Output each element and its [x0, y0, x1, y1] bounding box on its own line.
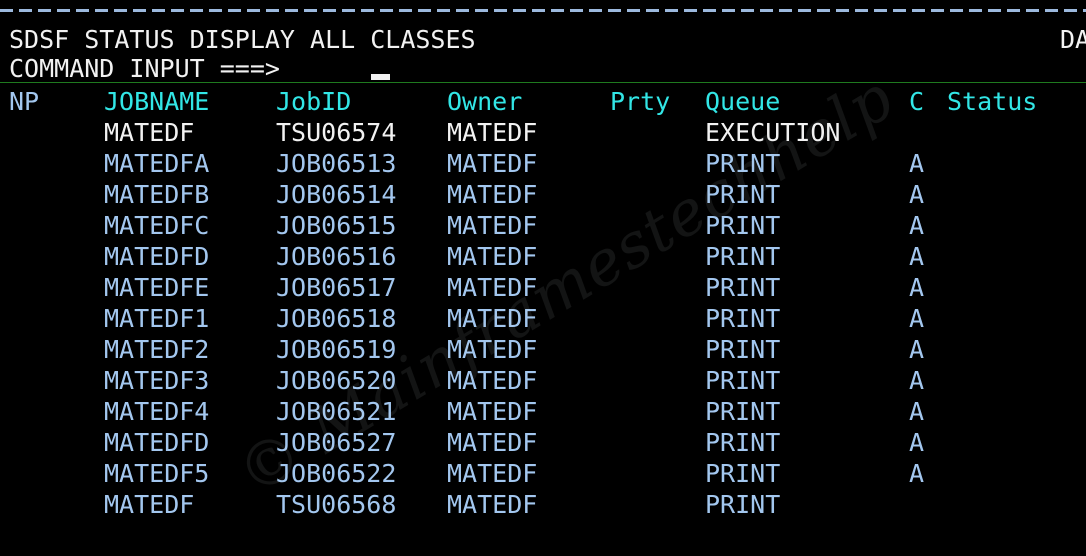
cell-jobid: JOB06517	[276, 273, 397, 302]
cell-jobname: MATEDFE	[104, 273, 210, 302]
cell-jobname: MATEDFB	[104, 180, 210, 209]
cell-queue: PRINT	[705, 428, 781, 457]
cell-queue: PRINT	[705, 149, 781, 178]
cell-owner: MATEDF	[447, 242, 538, 271]
np-action-field[interactable]	[9, 427, 47, 458]
cell-jobname: MATEDF5	[104, 459, 210, 488]
cell-jobid: TSU06574	[276, 118, 397, 147]
cell-queue: PRINT	[705, 180, 781, 209]
np-action-field[interactable]	[9, 179, 47, 210]
cell-owner: MATEDF	[447, 459, 538, 488]
cell-c: A	[909, 335, 925, 364]
column-header-owner[interactable]: Owner	[447, 86, 522, 117]
cell-jobname: MATEDFA	[104, 149, 210, 178]
np-action-field[interactable]	[9, 241, 47, 272]
top-dashed-separator	[0, 4, 1086, 12]
cell-queue: PRINT	[705, 366, 781, 395]
horizontal-rule	[0, 82, 1086, 83]
cell-queue: PRINT	[705, 459, 781, 488]
cell-c: A	[909, 366, 925, 395]
cell-owner: MATEDF	[447, 118, 538, 147]
command-input-row[interactable]: COMMAND INPUT ===>	[0, 53, 280, 84]
cell-jobid: JOB06520	[276, 366, 397, 395]
cell-c: A	[909, 273, 925, 302]
cell-jobid: JOB06518	[276, 304, 397, 333]
text-cursor	[371, 74, 390, 80]
cell-c: A	[909, 242, 925, 271]
column-header-status[interactable]: Status	[947, 86, 1037, 117]
cell-queue: PRINT	[705, 242, 781, 271]
cell-owner: MATEDF	[447, 335, 538, 364]
cell-owner: MATEDF	[447, 273, 538, 302]
cell-owner: MATEDF	[447, 490, 538, 519]
cell-jobid: JOB06527	[276, 428, 397, 457]
cell-c: A	[909, 304, 925, 333]
cell-queue: PRINT	[705, 211, 781, 240]
panel-title-right-clipped: DA	[1060, 25, 1086, 54]
cell-jobid: JOB06514	[276, 180, 397, 209]
cell-jobname: MATEDFD	[104, 428, 210, 457]
cell-jobname: MATEDFC	[104, 211, 210, 240]
cell-owner: MATEDF	[447, 149, 538, 178]
cell-c: A	[909, 428, 925, 457]
cell-owner: MATEDF	[447, 366, 538, 395]
cell-jobname: MATEDFD	[104, 242, 210, 271]
cell-jobid: JOB06515	[276, 211, 397, 240]
column-header-row: NP JOBNAME JobID Owner Prty Queue C Stat…	[0, 86, 1037, 117]
cell-jobname: MATEDF2	[104, 335, 210, 364]
np-action-field[interactable]	[9, 117, 47, 148]
np-action-field[interactable]	[9, 365, 47, 396]
cell-jobid: JOB06522	[276, 459, 397, 488]
command-input-label: COMMAND INPUT ===>	[9, 54, 280, 83]
terminal-screen: SDSF STATUS DISPLAY ALL CLASSES DA COMMA…	[0, 0, 1086, 556]
cell-owner: MATEDF	[447, 397, 538, 426]
cell-jobname: MATEDF	[104, 490, 195, 519]
column-header-np[interactable]: NP	[9, 86, 39, 117]
cell-jobid: JOB06519	[276, 335, 397, 364]
cell-jobname: MATEDF1	[104, 304, 210, 333]
cell-owner: MATEDF	[447, 304, 538, 333]
np-action-field[interactable]	[9, 210, 47, 241]
cell-c: A	[909, 149, 925, 178]
cell-queue: PRINT	[705, 397, 781, 426]
np-action-field[interactable]	[9, 303, 47, 334]
np-action-field[interactable]	[9, 272, 47, 303]
cell-owner: MATEDF	[447, 211, 538, 240]
cell-queue: PRINT	[705, 273, 781, 302]
cell-queue: PRINT	[705, 490, 781, 519]
column-header-jobname[interactable]: JOBNAME	[104, 86, 209, 117]
cell-queue: PRINT	[705, 335, 781, 364]
cell-c: A	[909, 180, 925, 209]
cell-owner: MATEDF	[447, 428, 538, 457]
panel-title-row: SDSF STATUS DISPLAY ALL CLASSES DA	[0, 24, 1086, 55]
cell-jobid: JOB06521	[276, 397, 397, 426]
page-title: SDSF STATUS DISPLAY ALL CLASSES	[9, 25, 476, 54]
column-header-c[interactable]: C	[909, 86, 924, 117]
cell-c: A	[909, 459, 925, 488]
cell-queue: EXECUTION	[705, 118, 841, 147]
cell-jobid: TSU06568	[276, 490, 397, 519]
cell-jobname: MATEDF4	[104, 397, 210, 426]
cell-c: A	[909, 397, 925, 426]
np-action-field[interactable]	[9, 148, 47, 179]
cell-jobid: JOB06513	[276, 149, 397, 178]
cell-jobname: MATEDF	[104, 118, 195, 147]
cell-queue: PRINT	[705, 304, 781, 333]
np-action-field[interactable]	[9, 458, 47, 489]
column-header-queue[interactable]: Queue	[705, 86, 780, 117]
np-action-field[interactable]	[9, 334, 47, 365]
cell-jobname: MATEDF3	[104, 366, 210, 395]
cell-owner: MATEDF	[447, 180, 538, 209]
np-action-field[interactable]	[9, 489, 47, 520]
cell-jobid: JOB06516	[276, 242, 397, 271]
cell-c: A	[909, 211, 925, 240]
column-header-prty[interactable]: Prty	[610, 86, 670, 117]
np-action-field[interactable]	[9, 396, 47, 427]
column-header-jobid[interactable]: JobID	[276, 86, 351, 117]
